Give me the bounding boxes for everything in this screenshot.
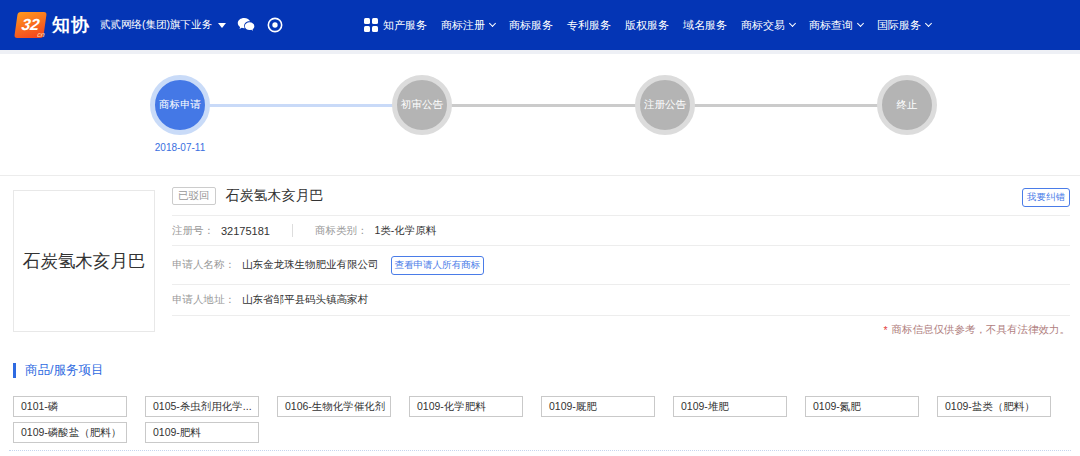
nav-item-label: 商标交易 <box>741 18 785 33</box>
step-connector-2 <box>450 104 637 107</box>
nav-item-label: 知产服务 <box>383 18 427 33</box>
goods-item[interactable]: 0109-厩肥 <box>541 396 655 417</box>
step-circle-2: 初审公告 <box>392 75 452 135</box>
chevron-down-icon <box>925 20 932 27</box>
trademark-info-section: 石炭氢木亥月巴 已驳回 石炭氢木亥月巴 我要纠错 注册号： 32175181 商… <box>0 176 1080 346</box>
step-circle-1: 商标申请 <box>150 75 210 135</box>
address-row: 申请人地址： 山东省邹平县码头镇高家村 <box>172 285 1070 316</box>
disclaimer-asterisk: * <box>883 324 887 336</box>
report-error-button[interactable]: 我要纠错 <box>1022 188 1070 207</box>
goods-item[interactable]: 0106-生物化学催化剂 <box>277 396 391 417</box>
view-applicant-trademarks-button[interactable]: 查看申请人所有商标 <box>391 256 485 275</box>
org-dropdown[interactable]: 贰贰网络(集团)旗下业务 <box>100 18 226 32</box>
goods-grid: 0101-磷 0105-杀虫剂用化学... 0106-生物化学催化剂 0109-化学肥… <box>13 396 1067 443</box>
goods-item[interactable]: 0109-氮肥 <box>805 396 919 417</box>
chevron-down-icon <box>857 20 864 27</box>
nav-item-label: 商标服务 <box>509 18 553 33</box>
grid-icon <box>364 18 378 32</box>
logo-32cn-badge: 32 cn <box>14 12 47 38</box>
trademark-name: 石炭氢木亥月巴 <box>226 187 324 205</box>
org-label: 贰贰网络(集团)旗下业务 <box>100 18 212 32</box>
title-row: 已驳回 石炭氢木亥月巴 我要纠错 <box>172 176 1070 216</box>
nav-menu: 知产服务商标注册 商标服务专利服务版权服务域名服务商标交易 商标查询 国际服务 <box>364 0 931 50</box>
step-label: 终止 <box>897 98 918 112</box>
registration-row: 注册号： 32175181 商标类别： 1类-化学原料 <box>172 216 1070 246</box>
step-label: 商标申请 <box>159 98 201 112</box>
nav-item-label: 域名服务 <box>683 18 727 33</box>
nav-item-label: 商标注册 <box>441 18 485 33</box>
disclaimer-row: * 商标信息仅供参考，不具有法律效力。 <box>172 316 1070 344</box>
trademark-image-text: 石炭氢木亥月巴 <box>23 249 146 273</box>
qq-icon[interactable] <box>267 17 283 33</box>
nav-item-9[interactable]: 国际服务 <box>877 18 931 33</box>
goods-item[interactable]: 0109-化学肥料 <box>409 396 523 417</box>
address-value: 山东省邹平县码头镇高家村 <box>242 293 368 307</box>
step-circle-3: 注册公告 <box>635 75 695 135</box>
trademark-image-box: 石炭氢木亥月巴 <box>13 190 155 332</box>
bottom-dotted-divider <box>9 450 1071 451</box>
nav-item-8[interactable]: 商标查询 <box>809 18 863 33</box>
reg-no-value: 32175181 <box>221 225 270 237</box>
goods-section-header: 商品/服务项目 <box>13 362 1067 378</box>
applicant-label: 申请人名称： <box>172 258 235 272</box>
disclaimer-text: 商标信息仅供参考，不具有法律效力。 <box>892 323 1071 337</box>
nav-item-3[interactable]: 商标服务 <box>509 18 553 33</box>
nav-item-5[interactable]: 版权服务 <box>625 18 669 33</box>
progress-stepper: 商标申请 2018-07-11 初审公告 注册公告 终止 <box>0 54 1080 176</box>
reg-no-label: 注册号： <box>172 224 214 238</box>
logo[interactable]: 32 cn 知协 <box>16 12 90 38</box>
goods-item[interactable]: 0109-肥料 <box>145 422 259 443</box>
step-date: 2018-07-11 <box>135 142 225 153</box>
nav-item-7[interactable]: 商标交易 <box>741 18 795 33</box>
goods-item[interactable]: 0109-盐类（肥料） <box>937 396 1051 417</box>
nav-item-4[interactable]: 专利服务 <box>567 18 611 33</box>
status-badge: 已驳回 <box>172 187 216 205</box>
goods-item[interactable]: 0105-杀虫剂用化学... <box>145 396 259 417</box>
chevron-down-icon <box>789 20 796 27</box>
nav-item-label: 商标查询 <box>809 18 853 33</box>
class-label: 商标类别： <box>315 224 368 238</box>
logo-text: 知协 <box>52 13 90 37</box>
caret-down-icon <box>218 23 226 28</box>
step-connector-1 <box>208 104 394 107</box>
goods-item[interactable]: 0101-磷 <box>13 396 127 417</box>
goods-services-section: 商品/服务项目 0101-磷 0105-杀虫剂用化学... 0106-生物化学催化剂… <box>0 346 1080 443</box>
section-title: 商品/服务项目 <box>25 362 103 379</box>
applicant-row: 申请人名称： 山东金龙珠生物肥业有限公司 查看申请人所有商标 <box>172 246 1070 285</box>
step-connector-3 <box>693 104 879 107</box>
class-value: 1类-化学原料 <box>374 224 436 238</box>
step-label: 注册公告 <box>644 98 686 112</box>
logo-cn: cn <box>37 31 45 38</box>
nav-item-1[interactable]: 知产服务 <box>364 18 427 33</box>
navbar: 32 cn 知协 贰贰网络(集团)旗下业务 知产服务商标注册 商标服务专利服务版权… <box>0 0 1080 50</box>
nav-item-2[interactable]: 商标注册 <box>441 18 495 33</box>
nav-item-label: 版权服务 <box>625 18 669 33</box>
step-label: 初审公告 <box>401 98 443 112</box>
vertical-divider <box>292 224 293 237</box>
applicant-value: 山东金龙珠生物肥业有限公司 <box>242 258 379 272</box>
address-label: 申请人地址： <box>172 293 235 307</box>
nav-item-6[interactable]: 域名服务 <box>683 18 727 33</box>
nav-item-label: 专利服务 <box>567 18 611 33</box>
chevron-down-icon <box>489 20 496 27</box>
nav-item-label: 国际服务 <box>877 18 921 33</box>
step-circle-4: 终止 <box>877 75 937 135</box>
goods-item[interactable]: 0109-堆肥 <box>673 396 787 417</box>
section-accent-bar <box>13 363 16 378</box>
trademark-details: 已驳回 石炭氢木亥月巴 我要纠错 注册号： 32175181 商标类别： 1类-… <box>172 176 1070 344</box>
wechat-icon[interactable] <box>237 17 256 33</box>
goods-item[interactable]: 0109-磷酸盐（肥料） <box>13 422 127 443</box>
